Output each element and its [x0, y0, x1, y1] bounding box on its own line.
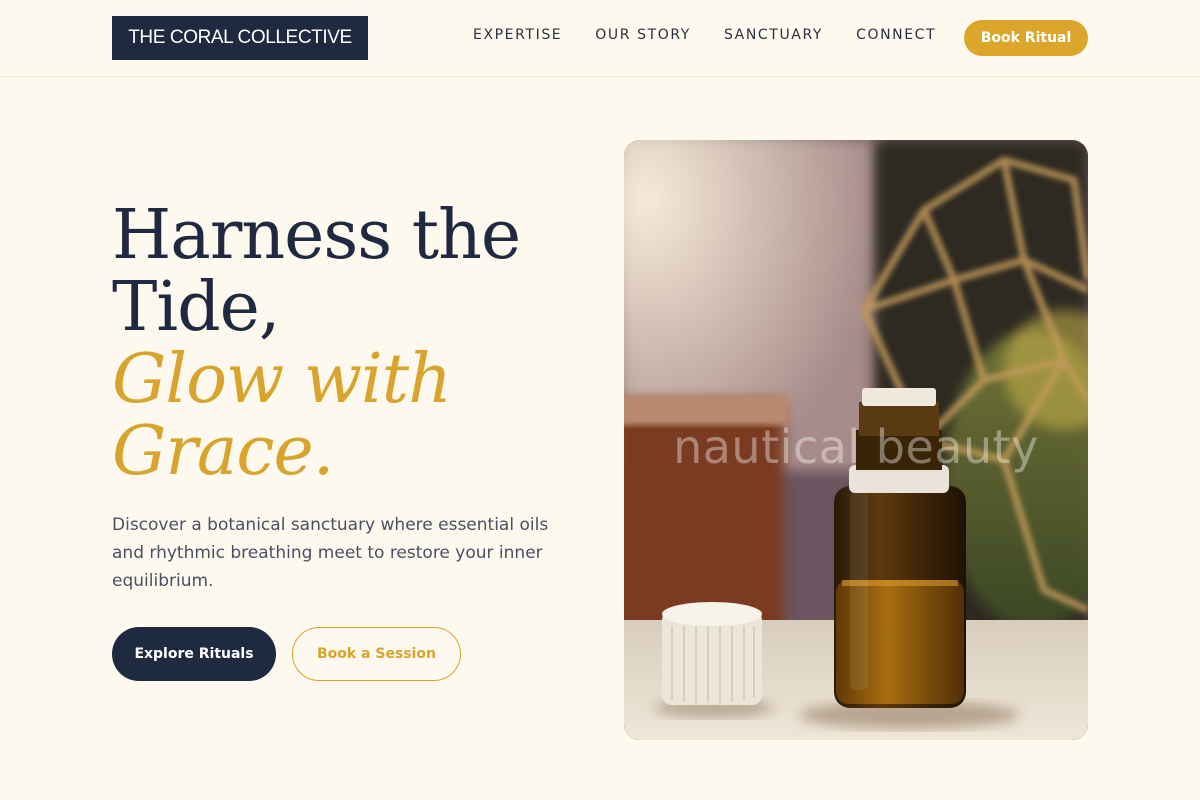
nav-link-connect[interactable]: CONNECT [856, 27, 936, 43]
hero-title-accent-line-2: Grace. [112, 412, 334, 491]
hero-title-accent-line-1: Glow with [112, 340, 452, 419]
hero-image: nautical beauty [624, 140, 1088, 740]
image-watermark: nautical beauty [673, 420, 1039, 474]
main-nav: EXPERTISE OUR STORY SANCTUARY CONNECT [473, 27, 936, 43]
hero-title-line-2: Tide, [112, 268, 281, 347]
nav-link-our-story[interactable]: OUR STORY [595, 27, 691, 43]
nav-link-expertise[interactable]: EXPERTISE [473, 27, 562, 43]
book-ritual-button[interactable]: Book Ritual [964, 20, 1088, 56]
brand-logo[interactable]: THE CORAL COLLECTIVE [112, 16, 368, 60]
nav-link-sanctuary[interactable]: SANCTUARY [724, 27, 823, 43]
book-session-button[interactable]: Book a Session [292, 627, 461, 681]
explore-rituals-button[interactable]: Explore Rituals [112, 627, 276, 681]
hero-title-line-1: Harness the [112, 196, 521, 275]
site-header: THE CORAL COLLECTIVE EXPERTISE OUR STORY… [0, 0, 1200, 77]
hero-description: Discover a botanical sanctuary where ess… [112, 515, 549, 591]
hero-title: Harness the Tide, Glow with Grace. [112, 200, 582, 488]
